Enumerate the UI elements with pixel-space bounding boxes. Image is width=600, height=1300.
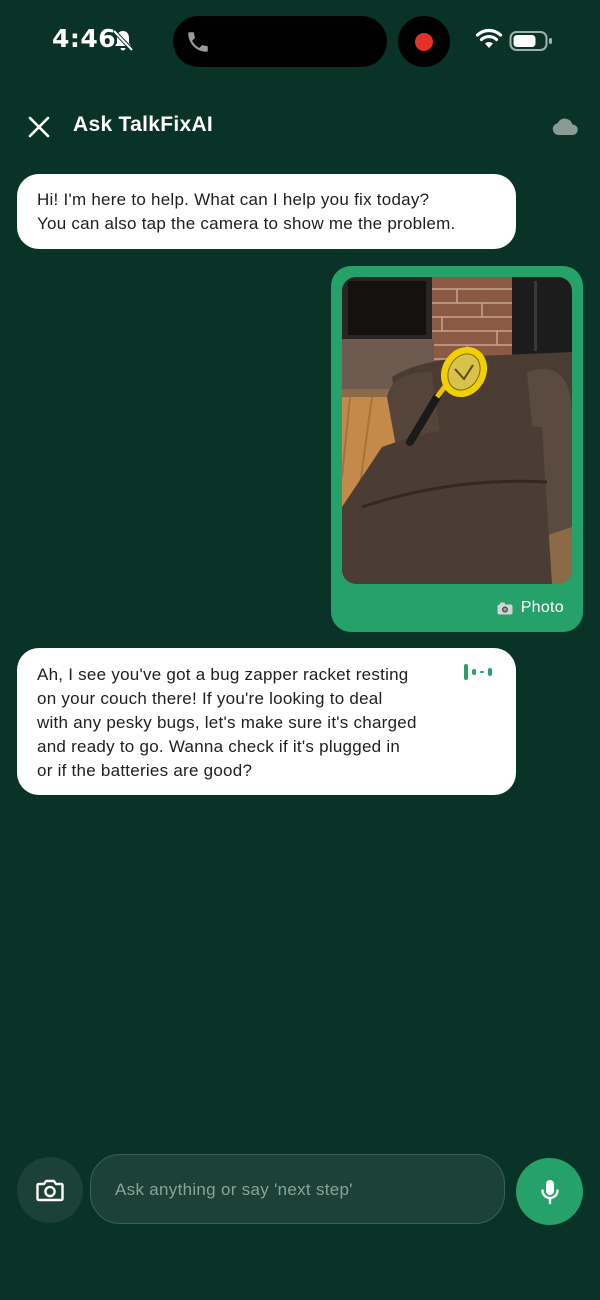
photo-caption-label: Photo [520,599,564,616]
user-photo-message[interactable]: Photo [331,266,583,632]
bell-slash-icon [112,29,134,52]
battery-icon [509,31,552,51]
wifi-icon [475,28,503,48]
status-time: 4:46 [52,24,117,53]
page-title: Ask TalkFixAI [73,113,214,136]
camera-emoji-icon [497,602,513,614]
phone-icon [188,32,208,52]
microphone-icon [540,1179,559,1204]
record-dot-icon [415,33,433,51]
mic-button[interactable] [516,1158,583,1225]
assistant-message: Ah, I see you've got a bug zapper racket… [17,648,516,795]
close-icon[interactable] [27,115,51,139]
message-input[interactable] [113,1155,487,1225]
cloud-icon [552,118,578,135]
message-text: Hi! I'm here to help. What can I help yo… [37,190,456,233]
message-text: Ah, I see you've got a bug zapper racket… [37,665,417,780]
assistant-message: Hi! I'm here to help. What can I help yo… [17,174,516,249]
audio-wave-icon[interactable] [464,664,497,680]
camera-icon [36,1179,64,1202]
message-input-container[interactable] [90,1154,505,1225]
camera-button[interactable] [17,1157,83,1223]
photo-caption: Photo [497,599,564,617]
photo-image[interactable] [342,277,572,584]
